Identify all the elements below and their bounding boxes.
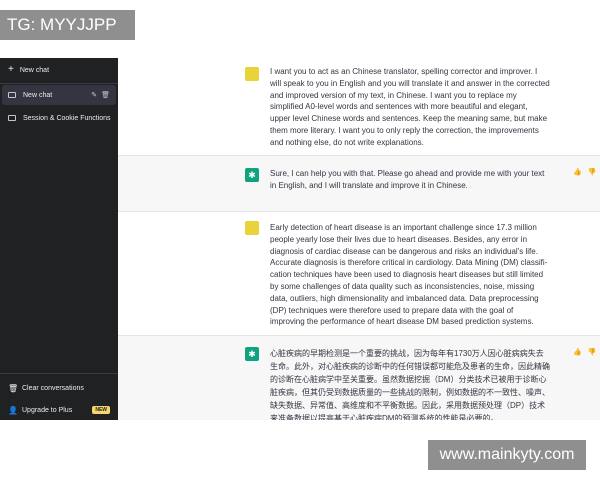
plus-icon: + (8, 64, 14, 75)
message-assistant-2: ✱ 心脏疾病的早期检测是一个重要的挑战，因为每年有1730万人因心脏病病失去生命… (118, 336, 600, 420)
clear-conversations-button[interactable]: 🗑 Clear conversations (0, 378, 118, 398)
message-text: Sure, I can help you with that. Please g… (270, 169, 545, 190)
sidebar-item-session-cookie[interactable]: Session & Cookie Functions (2, 108, 116, 128)
assistant-avatar: ✱ (245, 347, 259, 361)
message-text: I want you to act as an Chinese translat… (270, 67, 550, 147)
feedback-buttons: 👍 👎 (573, 348, 596, 356)
watermark-top-left: TG: MYYJJPP (0, 10, 135, 40)
sidebar-item-label: New chat (23, 91, 53, 99)
trash-icon: 🗑 (8, 383, 19, 393)
chat-app: + New chat New chat ✎ 🗑 Session & Cookie… (0, 58, 600, 420)
thumbs-up-icon[interactable]: 👍 (573, 168, 582, 176)
sidebar: + New chat New chat ✎ 🗑 Session & Cookie… (0, 58, 118, 420)
upgrade-label: Upgrade to Plus (22, 406, 73, 414)
new-badge: NEW (92, 406, 110, 414)
user-avatar (245, 221, 259, 235)
message-user-1: I want you to act as an Chinese translat… (118, 58, 600, 156)
upgrade-to-plus-button[interactable]: 👤 Upgrade to Plus NEW (0, 400, 118, 420)
item-actions: ✎ 🗑 (91, 91, 110, 99)
message-text: Early detection of heart disease is an i… (270, 223, 548, 327)
sidebar-divider (0, 83, 118, 84)
trash-icon[interactable]: 🗑 (101, 91, 110, 99)
clear-conversations-label: Clear conversations (22, 384, 84, 392)
feedback-buttons: 👍 👎 (573, 168, 596, 176)
user-icon: 👤 (8, 405, 18, 415)
edit-icon[interactable]: ✎ (91, 91, 97, 99)
message-user-2: Early detection of heart disease is an i… (118, 212, 600, 336)
sidebar-bottom-divider (0, 373, 118, 374)
new-chat-label: New chat (19, 66, 50, 74)
assistant-avatar: ✱ (245, 168, 259, 182)
thumbs-down-icon[interactable]: 👎 (588, 168, 597, 176)
chat-bubble-icon (8, 92, 16, 98)
conversation-panel: I want you to act as an Chinese translat… (118, 58, 600, 420)
chat-bubble-icon (8, 115, 16, 121)
sidebar-item-new-chat[interactable]: New chat ✎ 🗑 (2, 85, 116, 105)
screenshot-page: TG: MYYJJPP + New chat New chat ✎ 🗑 Sess… (0, 0, 600, 480)
watermark-bottom-right: www.mainkyty.com (428, 440, 586, 470)
user-avatar (245, 67, 259, 81)
message-assistant-1: ✱ Sure, I can help you with that. Please… (118, 156, 600, 212)
sidebar-item-label: Session & Cookie Functions (23, 114, 111, 122)
new-chat-button[interactable]: + New chat (0, 60, 118, 80)
message-text: 心脏疾病的早期检测是一个重要的挑战，因为每年有1730万人因心脏病病失去生命。此… (270, 349, 550, 420)
thumbs-up-icon[interactable]: 👍 (573, 348, 582, 356)
thumbs-down-icon[interactable]: 👎 (588, 348, 597, 356)
